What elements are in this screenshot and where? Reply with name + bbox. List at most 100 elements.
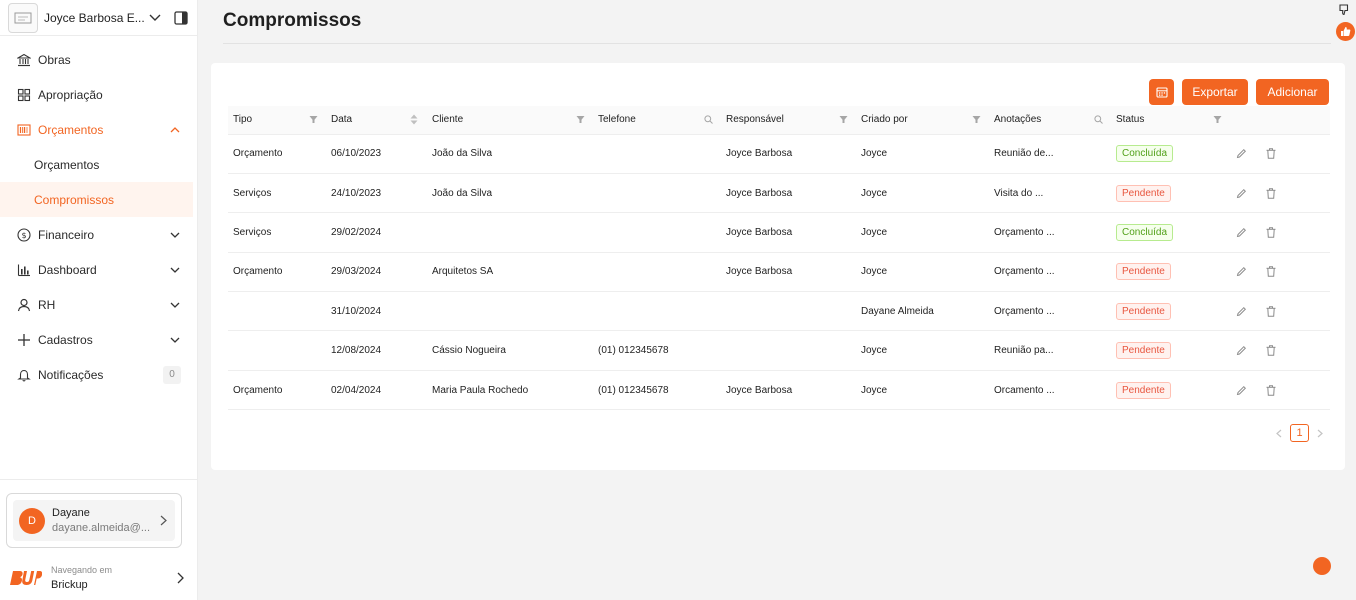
chevron-down-icon [169,299,181,311]
delete-icon[interactable] [1265,266,1277,278]
table-cell [228,291,326,332]
title-divider [223,43,1331,44]
feedback-dislike-icon[interactable] [1338,3,1352,17]
calendar-view-button[interactable] [1149,79,1174,105]
table-cell [593,212,721,253]
pagination-prev-icon[interactable] [1274,428,1284,438]
sort-icon[interactable] [409,114,419,125]
table-cell: Maria Paula Rochedo [427,370,593,411]
sidebar-item-cadastros[interactable]: Cadastros [0,322,197,357]
delete-icon[interactable] [1265,226,1277,238]
sidebar-item-dashboard[interactable]: Dashboard [0,252,197,287]
edit-icon[interactable] [1235,187,1247,199]
column-header-label: Anotações [994,114,1042,126]
table-header: Tipo Data Cliente Telefone Responsável Criado… [228,106,1330,135]
feedback-like-button[interactable] [1336,22,1355,41]
workspace-caption: Navegando em [51,565,113,575]
sidebar-item-apropriacao[interactable]: Apropriação [0,77,197,112]
edit-icon[interactable] [1235,226,1247,238]
column-header[interactable]: Tipo [228,106,326,135]
cell-text: 06/10/2023 [331,148,382,160]
table-row[interactable]: Orçamento 02/04/2024 Maria Paula Rochedo (0… [228,370,1330,411]
column-header[interactable]: Responsável [721,106,856,135]
workspace-switcher[interactable]: Navegando em Brickup [8,560,186,596]
column-header[interactable]: Data [326,106,427,135]
table-row[interactable]: Orçamento 29/03/2024 Arquitetos SA Joyce Ba… [228,252,1330,293]
dollar-icon: $ [16,227,32,243]
sidebar-item-rh[interactable]: RH [0,287,197,322]
sidebar: Joyce Barbosa E... Obras Apropriação Orç… [0,0,198,600]
table-row[interactable]: Serviços 29/02/2024 Joyce Barbosa Joyce Orça… [228,212,1330,253]
export-button[interactable]: Exportar [1182,79,1248,105]
table-cell: Joyce Barbosa [721,212,856,253]
table-cell: Joyce [856,134,989,174]
delete-icon[interactable] [1265,384,1277,396]
status-badge: Concluída [1116,145,1174,163]
cell-text: Serviços [233,226,272,238]
filter-icon[interactable] [575,115,585,125]
filter-icon[interactable] [308,115,318,125]
sidebar-subitem-compromissos[interactable]: Compromissos [0,182,193,217]
table-cell [593,291,721,332]
sidebar-item-obras[interactable]: Obras [0,42,197,77]
table-cell: Joyce [856,173,989,214]
search-icon[interactable] [703,115,713,125]
cell-text: Joyce [861,345,888,357]
add-button[interactable]: Adicionar [1256,79,1329,105]
delete-icon[interactable] [1265,345,1277,357]
table-row[interactable]: Orçamento 06/10/2023 João da Silva Joyce Ba… [228,134,1330,174]
cell-text: Orcamento ... [994,384,1055,396]
cell-text: Dayane Almeida [861,305,934,317]
edit-icon[interactable] [1235,384,1247,396]
column-header[interactable]: Status [1111,106,1230,135]
column-header[interactable]: Telefone [593,106,721,135]
toolbar: Exportar Adicionar [1141,79,1329,105]
column-header[interactable]: Anotações [989,106,1111,135]
table-cell: Joyce Barbosa [721,252,856,293]
delete-icon[interactable] [1265,187,1277,199]
column-header[interactable]: Cliente [427,106,593,135]
user-card[interactable]: D Dayane dayane.almeida@... [6,493,182,548]
column-header-actions [1230,106,1330,135]
pagination-next-icon[interactable] [1315,428,1325,438]
cell-text: Joyce [861,266,888,278]
column-header[interactable]: Criado por [856,106,989,135]
chevron-down-icon[interactable] [147,10,163,26]
edit-icon[interactable] [1235,345,1247,357]
workspace-name: Brickup [51,579,88,591]
sidebar-item-notificacoes[interactable]: Notificações 0 [0,357,197,392]
chat-widget-button[interactable] [1313,557,1331,575]
sidebar-item-orcamentos[interactable]: Orçamentos [0,112,197,147]
column-header-label: Responsável [726,114,784,126]
table-cell: Reunião pa... [989,330,1111,371]
table-cell: 12/08/2024 [326,330,427,371]
search-icon[interactable] [1093,115,1103,125]
sidebar-toggle-icon[interactable] [173,10,189,26]
delete-icon[interactable] [1265,305,1277,317]
table-row[interactable]: 31/10/2024 Dayane Almeida Orçamento ... Pen… [228,291,1330,332]
cell-text: Joyce Barbosa [726,226,793,238]
org-switcher[interactable]: Joyce Barbosa E... [0,0,197,36]
row-actions [1230,370,1330,411]
delete-icon[interactable] [1265,148,1277,160]
table-row[interactable]: 12/08/2024 Cássio Nogueira (01) 012345678 J… [228,330,1330,371]
table-row[interactable]: Serviços 24/10/2023 João da Silva Joyce Bar… [228,173,1330,214]
filter-icon[interactable] [838,115,848,125]
svg-text:$: $ [21,231,26,240]
table-cell: (01) 012345678 [593,370,721,411]
cell-text: Joyce Barbosa [726,187,793,199]
cell-text: 12/08/2024 [331,345,382,357]
edit-icon[interactable] [1235,266,1247,278]
table-cell: Joyce Barbosa [721,173,856,214]
cell-text: Reunião de... [994,148,1054,160]
sidebar-item-financeiro[interactable]: $ Financeiro [0,217,197,252]
filter-icon[interactable] [971,115,981,125]
filter-icon[interactable] [1212,115,1222,125]
edit-icon[interactable] [1235,148,1247,160]
sidebar-item-label: Obras [38,52,71,67]
grid-icon [16,87,32,103]
sidebar-subitem-orcamentos[interactable]: Orçamentos [0,147,197,182]
pagination-page[interactable]: 1 [1290,424,1309,442]
edit-icon[interactable] [1235,305,1247,317]
table-cell: Joyce [856,212,989,253]
